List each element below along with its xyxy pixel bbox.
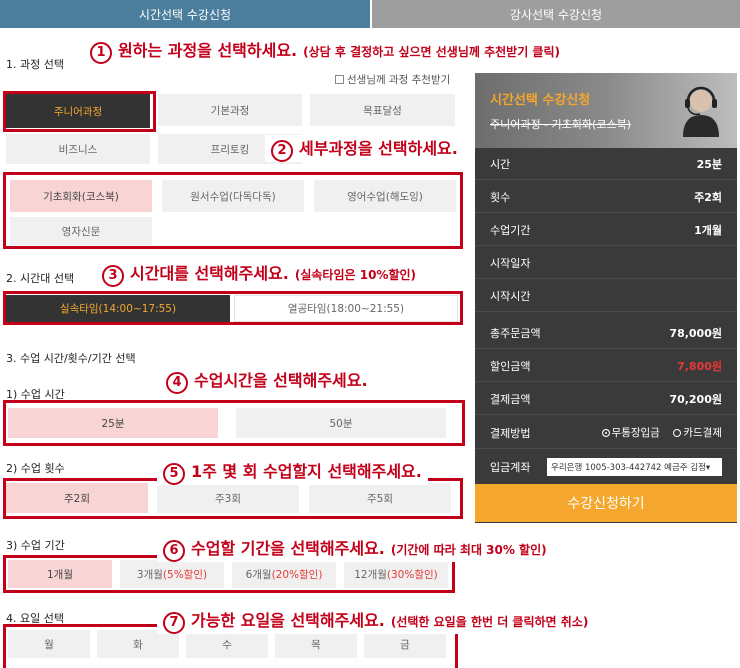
lesson-count-title: 2) 수업 횟수 xyxy=(6,462,65,475)
summary-panel: 시간선택 수강신청 주니어과정 - 기초회화(코스북) 시간 25분 횟수 주2회 … xyxy=(475,73,737,523)
row-label: 시작시간 xyxy=(490,289,531,303)
summary-row-start-time: 시작시간 xyxy=(475,280,737,312)
callout-note: (기간에 따라 최대 30% 할인) xyxy=(390,543,547,557)
callout-text: 수업시간을 선택해주세요. xyxy=(194,371,368,390)
summary-row-start-date: 시작일자 xyxy=(475,247,737,279)
highlight-course xyxy=(3,91,156,132)
lesson-period-title: 3) 수업 기간 xyxy=(6,539,65,552)
row-label: 할인금액 xyxy=(490,359,531,373)
row-label: 결제금액 xyxy=(490,392,531,406)
summary-row-total: 총주문금액 78,000원 xyxy=(475,317,737,349)
callout-text: 1주 몇 회 수업할지 선택해주세요. xyxy=(191,462,422,481)
callout-number: 4 xyxy=(166,371,188,394)
apply-button[interactable]: 수강신청하기 xyxy=(475,484,737,522)
panel-title: 시간선택 수강신청 xyxy=(490,93,591,108)
summary-row-count: 횟수 주2회 xyxy=(475,181,737,213)
row-label: 총주문금액 xyxy=(490,326,541,340)
recommend-label: 선생님께 과정 추천받기 xyxy=(347,74,451,86)
course-basic[interactable]: 기본과정 xyxy=(158,94,302,126)
section-course-title: 1. 과정 선택 xyxy=(6,58,64,71)
checkbox-icon[interactable] xyxy=(335,75,344,84)
row-value: 주2회 xyxy=(694,190,722,204)
row-value: 7,800원 xyxy=(677,359,722,373)
callout-text: 원하는 과정을 선택하세요. xyxy=(118,41,298,60)
row-value: 78,000원 xyxy=(669,326,722,340)
course-goal[interactable]: 목표달성 xyxy=(310,94,455,126)
section-timezone-title: 2. 시간대 선택 xyxy=(6,272,75,285)
summary-row-payment-amount: 결제금액 70,200원 xyxy=(475,383,737,415)
radio-label: 카드결제 xyxy=(683,427,722,439)
highlight-lesson-time xyxy=(3,400,465,446)
row-label: 시작일자 xyxy=(490,256,531,270)
summary-row-time: 시간 25분 xyxy=(475,148,737,180)
recommend-checkbox[interactable]: 선생님께 과정 추천받기 xyxy=(335,72,450,87)
row-label: 시간 xyxy=(490,157,511,171)
summary-row-discount: 할인금액 7,800원 xyxy=(475,350,737,382)
section-lesson-title: 3. 수업 시간/횟수/기간 선택 xyxy=(6,352,136,365)
tab-teacher-select[interactable]: 강사선택 수강신청 xyxy=(372,0,740,28)
callout-4: 4 수업시간을 선택해주세요. xyxy=(160,367,374,394)
callout-7: 7 가능한 요일을 선택해주세요. (선택한 요일을 한번 더 클릭하면 취소) xyxy=(157,607,595,634)
account-select[interactable]: 우리은행 1005-303-442742 예금주 김정▾ xyxy=(547,458,722,476)
row-label: 수업기간 xyxy=(490,223,531,237)
callout-6: 6 수업할 기간을 선택해주세요. (기간에 따라 최대 30% 할인) xyxy=(157,535,553,562)
panel-subtitle: 주니어과정 - 기초회화(코스북) xyxy=(490,118,631,131)
radio-label: 무통장입금 xyxy=(611,427,660,439)
payment-bank-radio[interactable]: 무통장입금 xyxy=(601,425,660,440)
callout-number: 6 xyxy=(163,539,185,562)
callout-3: 3 시간대를 선택해주세요. (실속타임은 10%할인) xyxy=(96,260,423,287)
callout-text: 시간대를 선택해주세요. xyxy=(130,264,289,283)
callout-note: (실속타임은 10%할인) xyxy=(294,268,417,282)
callout-5: 5 1주 몇 회 수업할지 선택해주세요. xyxy=(157,458,428,485)
callout-text: 가능한 요일을 선택해주세요. xyxy=(191,611,385,630)
headset-agent-icon xyxy=(683,86,719,137)
highlight-timezone xyxy=(3,291,463,325)
highlight-subcourse xyxy=(3,172,463,249)
callout-note: (선택한 요일을 한번 더 클릭하면 취소) xyxy=(390,615,589,629)
radio-checked-icon xyxy=(601,428,610,437)
callout-number: 7 xyxy=(163,611,185,634)
course-business[interactable]: 비즈니스 xyxy=(6,134,150,164)
callout-2: 2 세부과정을 선택하세요. xyxy=(265,135,464,162)
payment-card-radio[interactable]: 카드결제 xyxy=(673,425,722,440)
callout-text: 세부과정을 선택하세요. xyxy=(299,139,458,158)
callout-text: 수업할 기간을 선택해주세요. xyxy=(191,539,385,558)
callout-note: (상담 후 결정하고 싶으면 선생님께 추천받기 클릭) xyxy=(303,45,560,59)
row-value: 25분 xyxy=(696,157,722,171)
radio-unchecked-icon xyxy=(673,428,682,437)
row-value: 1개월 xyxy=(694,223,722,237)
row-value: 70,200원 xyxy=(669,392,722,406)
callout-number: 3 xyxy=(102,264,124,287)
callout-number: 2 xyxy=(271,139,293,162)
summary-row-payment-method: 결제방법 무통장입금 카드결제 xyxy=(475,417,737,449)
callout-number: 1 xyxy=(90,41,112,64)
callout-1: 1 원하는 과정을 선택하세요. (상담 후 결정하고 싶으면 선생님께 추천받… xyxy=(84,37,566,64)
panel-header: 시간선택 수강신청 주니어과정 - 기초회화(코스북) xyxy=(475,73,737,148)
row-label: 결제방법 xyxy=(490,426,531,440)
row-label: 횟수 xyxy=(490,190,511,204)
summary-row-period: 수업기간 1개월 xyxy=(475,214,737,246)
tab-time-select[interactable]: 시간선택 수강신청 xyxy=(0,0,370,28)
row-label: 입금계좌 xyxy=(490,461,531,474)
callout-number: 5 xyxy=(163,462,185,485)
